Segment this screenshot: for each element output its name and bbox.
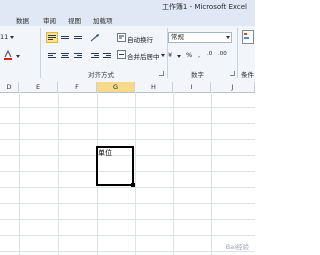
align-left-icon bbox=[48, 52, 56, 59]
orientation-button[interactable] bbox=[89, 32, 103, 43]
number-format-dropdown-icon bbox=[226, 36, 230, 39]
align-center-icon bbox=[61, 52, 69, 59]
align-top-button[interactable] bbox=[46, 32, 58, 43]
decrease-decimal-button[interactable]: .00 bbox=[218, 51, 227, 57]
merge-center-icon[interactable] bbox=[117, 50, 126, 59]
font-size-dropdown-icon[interactable] bbox=[10, 36, 14, 39]
column-header[interactable]: E bbox=[19, 82, 58, 92]
font-size-value[interactable]: 11 bbox=[0, 33, 8, 41]
tab-view[interactable]: 视图 bbox=[68, 15, 81, 25]
number-format-select[interactable]: 常规 bbox=[168, 32, 232, 43]
align-bottom-icon bbox=[74, 35, 82, 40]
window-title: 工作簿1 - Microsoft Excel bbox=[161, 3, 247, 11]
number-launcher-icon[interactable] bbox=[230, 71, 235, 76]
alignment-group-label: 对齐方式 bbox=[88, 71, 114, 79]
increase-indent-icon bbox=[103, 52, 111, 59]
align-center-button[interactable] bbox=[59, 50, 71, 60]
watermark: Bai经验 bbox=[225, 243, 249, 251]
fill-handle[interactable] bbox=[131, 183, 135, 187]
conditional-format-label[interactable]: 条件 bbox=[241, 69, 254, 79]
number-group-label: 数字 bbox=[191, 71, 204, 79]
decrease-indent-icon bbox=[91, 52, 99, 59]
align-right-icon bbox=[74, 52, 82, 59]
number-format-value: 常规 bbox=[171, 33, 184, 41]
align-middle-icon bbox=[61, 35, 69, 40]
orientation-icon bbox=[90, 34, 99, 42]
font-color-icon[interactable] bbox=[2, 50, 14, 60]
ribbon-tabs: 数据 审阅 视图 加载项 bbox=[0, 14, 255, 26]
align-left-button[interactable] bbox=[46, 50, 58, 60]
tab-review[interactable]: 审阅 bbox=[43, 15, 56, 25]
percent-button[interactable]: % bbox=[186, 51, 192, 59]
wrap-text-icon[interactable] bbox=[117, 33, 126, 42]
wrap-text-label[interactable]: 自动换行 bbox=[127, 34, 153, 44]
cell-text: 单位 bbox=[98, 149, 112, 157]
alignment-launcher-icon[interactable] bbox=[159, 71, 164, 76]
column-header[interactable]: D bbox=[0, 82, 19, 92]
align-top-icon bbox=[48, 34, 56, 41]
column-header[interactable]: H bbox=[135, 82, 173, 92]
align-middle-button[interactable] bbox=[59, 32, 71, 43]
merge-dropdown-icon[interactable] bbox=[161, 54, 165, 57]
tab-data[interactable]: 数据 bbox=[16, 15, 29, 25]
column-header-active[interactable]: G bbox=[97, 82, 135, 92]
increase-decimal-button[interactable]: .0 bbox=[207, 51, 212, 57]
tab-addins[interactable]: 加载项 bbox=[93, 15, 113, 25]
currency-button[interactable]: ¥ bbox=[168, 51, 172, 59]
align-right-button[interactable] bbox=[72, 50, 84, 60]
column-header[interactable]: I bbox=[173, 82, 211, 92]
column-header[interactable]: F bbox=[58, 82, 97, 92]
title-bar: 工作簿1 - Microsoft Excel bbox=[0, 0, 255, 15]
align-bottom-button[interactable] bbox=[72, 32, 84, 43]
conditional-format-icon[interactable] bbox=[242, 30, 254, 44]
font-color-dropdown-icon[interactable] bbox=[16, 55, 20, 58]
ribbon: 11 自动换行 合并后居中 对齐方式 常规 ¥ % , .0 .00 数字 条件 bbox=[0, 26, 255, 83]
merge-center-label[interactable]: 合并后居中 bbox=[127, 51, 160, 61]
decrease-indent-button[interactable] bbox=[89, 50, 101, 60]
comma-button[interactable]: , bbox=[198, 51, 200, 59]
currency-dropdown-icon[interactable] bbox=[177, 55, 181, 58]
increase-indent-button[interactable] bbox=[101, 50, 113, 60]
column-header[interactable]: J bbox=[211, 82, 255, 92]
